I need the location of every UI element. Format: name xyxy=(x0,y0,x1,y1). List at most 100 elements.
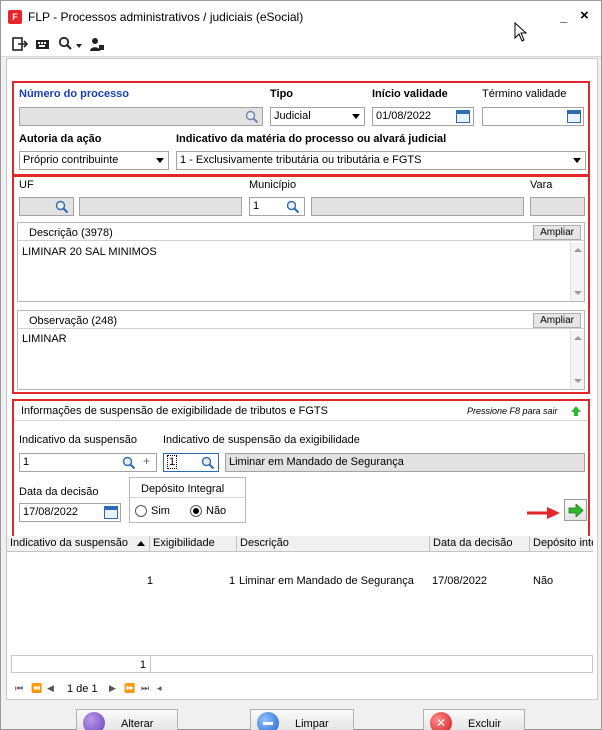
descricao-scrollbar[interactable] xyxy=(570,242,584,301)
scroll-up-icon[interactable] xyxy=(574,336,582,340)
page-indicator: 1 de 1 xyxy=(67,683,98,695)
alterar-button[interactable]: Alterar xyxy=(76,709,178,730)
chevron-down-icon xyxy=(573,158,581,163)
indicativo-materia-select[interactable]: 1 - Exclusivamente tributária ou tributá… xyxy=(176,151,586,170)
descricao-text[interactable]: LIMINAR 20 SAL MINIMOS xyxy=(22,246,157,258)
f8-hint: Pressione F8 para sair xyxy=(467,406,558,416)
cell-data: 17/08/2022 xyxy=(432,575,488,587)
ind-exigibilidade-value: 1 xyxy=(167,455,178,469)
confirm-button[interactable] xyxy=(564,499,587,521)
deposito-nao-label[interactable]: Não xyxy=(206,505,226,517)
col-descricao[interactable]: Descrição xyxy=(237,536,430,552)
search-icon[interactable] xyxy=(55,200,69,214)
deposito-sim-label[interactable]: Sim xyxy=(151,505,170,517)
tipo-label: Tipo xyxy=(270,88,294,100)
col-deposito[interactable]: Depósito inte xyxy=(530,536,593,552)
next-page-icon[interactable]: ▶ xyxy=(109,683,116,694)
alterar-label: Alterar xyxy=(121,718,154,730)
cell-descricao: Liminar em Mandado de Segurança xyxy=(239,575,414,587)
search-icon[interactable] xyxy=(201,456,215,470)
plus-icon[interactable]: + xyxy=(143,454,150,468)
calendar-icon[interactable] xyxy=(104,506,118,519)
mouse-cursor-icon xyxy=(514,22,528,42)
observacao-text[interactable]: LIMINAR xyxy=(22,333,67,345)
observacao-ampliar-button[interactable]: Ampliar xyxy=(533,313,581,328)
record-navigator: ⏮ ⏪ ◀ 1 de 1 ▶ ⏩ ⏭ ◂ xyxy=(11,680,593,698)
search-icon[interactable] xyxy=(245,110,259,124)
prev-page-icon[interactable]: ◀ xyxy=(47,683,54,694)
ind-exigibilidade-desc: Liminar em Mandado de Segurança xyxy=(225,453,585,472)
window-title: FLP - Processos administrativos / judici… xyxy=(28,10,304,24)
scroll-down-icon[interactable] xyxy=(574,291,582,295)
scroll-left-icon[interactable]: ◂ xyxy=(157,683,162,694)
data-decisao-value: 17/08/2022 xyxy=(23,506,79,518)
minimize-button[interactable]: _ xyxy=(560,9,567,24)
limpar-button[interactable]: Limpar xyxy=(250,709,354,730)
ind-exigibilidade-label: Indicativo de suspensão da exigibilidade xyxy=(163,434,360,446)
first-page-icon[interactable]: ⏮ xyxy=(15,683,23,694)
data-decisao-label: Data da decisão xyxy=(19,486,99,498)
col-indicativo[interactable]: Indicativo da suspensão xyxy=(7,536,150,552)
cell-indicativo: 1 xyxy=(146,575,153,587)
excluir-label: Excluir xyxy=(468,718,502,730)
toolbar xyxy=(1,31,601,57)
chevron-down-icon[interactable] xyxy=(76,44,82,48)
calendar-icon[interactable] xyxy=(456,110,470,123)
sort-asc-icon xyxy=(137,541,145,546)
chevron-down-icon xyxy=(352,114,360,119)
keyboard-icon[interactable] xyxy=(35,36,51,52)
descricao-memo[interactable]: Descrição (3978) Ampliar LIMINAR 20 SAL … xyxy=(17,222,585,302)
uf-label: UF xyxy=(19,179,34,191)
col-exigibilidade[interactable]: Exigibilidade xyxy=(150,536,237,552)
title-bar: F FLP - Processos administrativos / judi… xyxy=(1,1,601,31)
observacao-label: Observação (248) xyxy=(29,315,118,327)
observacao-scrollbar[interactable] xyxy=(570,330,584,389)
deposito-nao-radio[interactable] xyxy=(190,505,202,517)
deposito-sim-radio[interactable] xyxy=(135,505,147,517)
arrow-right-icon xyxy=(568,504,584,517)
close-button[interactable]: × xyxy=(580,7,589,24)
search-icon[interactable] xyxy=(122,456,136,470)
clear-icon xyxy=(257,712,279,730)
calendar-icon[interactable] xyxy=(567,110,581,123)
deposito-integral-group: Depósito Integral Sim Não xyxy=(129,477,246,523)
exit-icon[interactable] xyxy=(12,36,28,52)
observacao-memo[interactable]: Observação (248) Ampliar LIMINAR xyxy=(17,310,585,390)
footer-blank xyxy=(151,655,593,673)
scroll-down-icon[interactable] xyxy=(574,379,582,383)
numero-processo-input[interactable] xyxy=(19,107,263,126)
autoria-select[interactable]: Próprio contribuinte xyxy=(19,151,169,170)
grid-header: Indicativo da suspensão Exigibilidade De… xyxy=(7,536,593,552)
edit-icon xyxy=(83,712,105,730)
suspensao-section-title: Informações de suspensão de exigibilidad… xyxy=(21,405,328,417)
limpar-label: Limpar xyxy=(295,718,329,730)
x-icon: ✕ xyxy=(436,716,447,730)
search-dropdown-icon[interactable] xyxy=(58,36,74,52)
scroll-up-icon[interactable] xyxy=(574,248,582,252)
app-window: F FLP - Processos administrativos / judi… xyxy=(0,0,602,730)
inicio-validade-value: 01/08/2022 xyxy=(376,110,432,122)
cell-exigibilidade: 1 xyxy=(229,575,236,587)
ind-suspensao-label: Indicativo da suspensão xyxy=(19,434,138,446)
next-page-fast-icon[interactable]: ⏩ xyxy=(124,683,135,694)
uf-name-field xyxy=(79,197,242,216)
ind-suspensao-input[interactable]: 1 xyxy=(19,453,157,472)
last-page-icon[interactable]: ⏭ xyxy=(141,683,149,694)
municipio-value: 1 xyxy=(253,200,260,212)
vara-input[interactable] xyxy=(530,197,585,216)
prev-page-fast-icon[interactable]: ⏪ xyxy=(31,683,42,694)
arrow-up-icon[interactable] xyxy=(570,405,582,417)
autoria-value: Próprio contribuinte xyxy=(23,154,119,166)
observacao-header: Observação (248) Ampliar xyxy=(18,311,584,329)
table-row[interactable]: 1 1 Liminar em Mandado de Segurança 17/0… xyxy=(7,573,593,591)
red-arrow-icon xyxy=(527,507,560,519)
tipo-select[interactable]: Judicial xyxy=(270,107,365,126)
user-lock-icon[interactable] xyxy=(89,36,105,52)
chevron-down-icon xyxy=(156,158,164,163)
municipio-label: Município xyxy=(249,179,297,191)
search-icon[interactable] xyxy=(286,200,300,214)
col-data[interactable]: Data da decisão xyxy=(430,536,530,552)
app-logo-icon: F xyxy=(8,10,22,24)
excluir-button[interactable]: ✕ Excluir xyxy=(423,709,525,730)
descricao-ampliar-button[interactable]: Ampliar xyxy=(533,225,581,240)
